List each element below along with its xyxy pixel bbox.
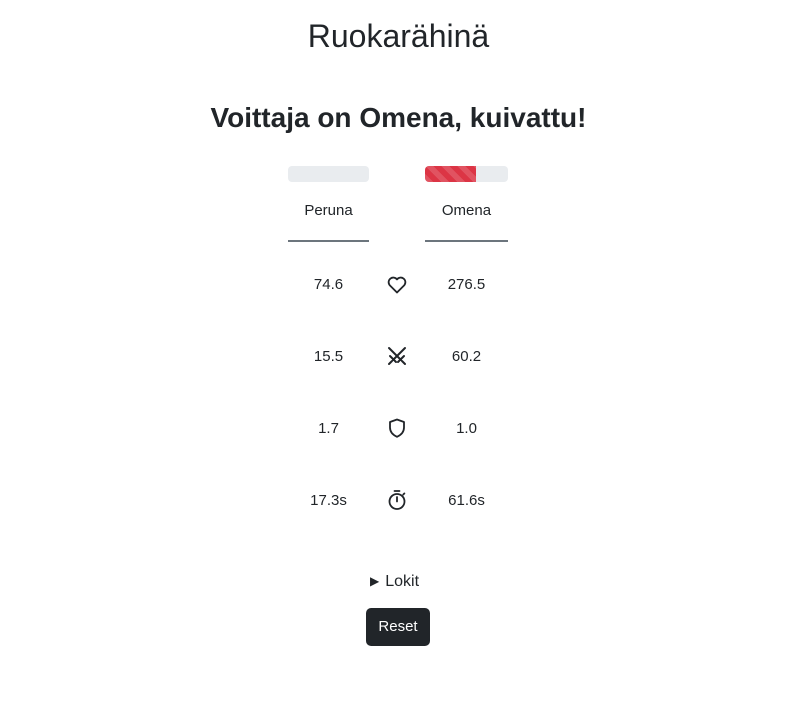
- right-fighter-hp-bar: [425, 166, 508, 182]
- heart-icon: [385, 272, 409, 296]
- right-speed-value: 61.6s: [448, 492, 485, 509]
- right-fighter-name: Omena: [425, 198, 508, 242]
- left-defense-value: 1.7: [318, 420, 339, 437]
- left-fighter-name: Peruna: [288, 198, 369, 242]
- expand-triangle-icon: ▶: [370, 574, 380, 588]
- right-attack-value: 60.2: [451, 348, 482, 365]
- left-speed-value: 17.3s: [310, 492, 347, 509]
- logs-toggle[interactable]: ▶ Lokit: [370, 570, 419, 593]
- left-health-value: 74.6: [313, 276, 344, 293]
- winner-heading: Voittaja on Omena, kuivattu!: [210, 102, 587, 133]
- left-fighter-hp-bar: [288, 166, 369, 182]
- right-fighter-hp-fill: [425, 166, 477, 182]
- left-attack-value: 15.5: [313, 348, 344, 365]
- app-title: Ruokarähinä: [307, 18, 490, 54]
- right-defense-value: 1.0: [456, 420, 477, 437]
- logs-label: Lokit: [385, 573, 420, 590]
- right-health-value: 276.5: [447, 276, 486, 293]
- crossed-swords-icon: [385, 344, 409, 368]
- shield-icon: [385, 416, 409, 440]
- stopwatch-icon: [385, 488, 409, 512]
- reset-button[interactable]: Reset: [366, 608, 430, 646]
